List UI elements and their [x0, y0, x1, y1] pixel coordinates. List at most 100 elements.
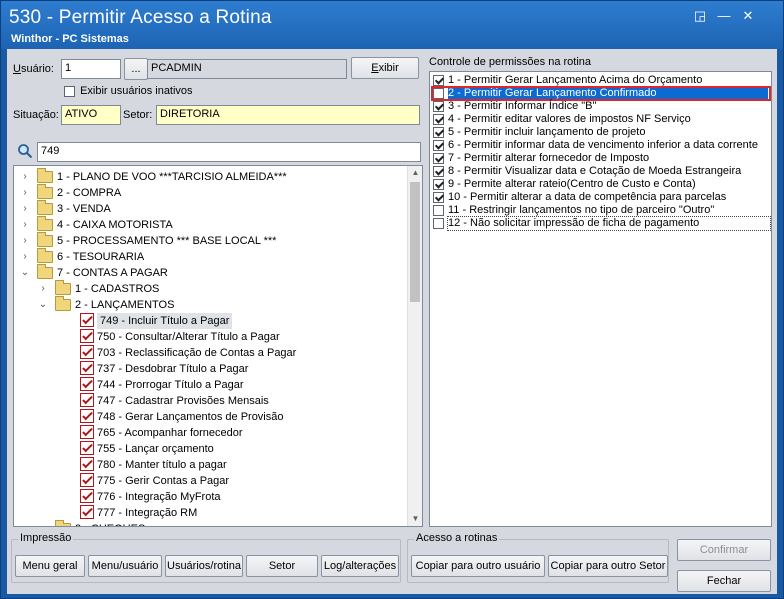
checkbox-checked-icon[interactable] [433, 114, 444, 125]
tree-leaf-item[interactable]: 750 - Consultar/Alterar Título a Pagar [14, 329, 406, 345]
restore-icon[interactable]: ◲ [689, 8, 711, 24]
chevron-right-icon[interactable]: › [20, 233, 30, 249]
permission-item[interactable]: 3 - Permitir Informar Índice "B" [430, 100, 771, 113]
show-inactive-checkbox[interactable]: Exibir usuários inativos [64, 85, 193, 97]
permissions-list[interactable]: 1 - Permitir Gerar Lançamento Acima do O… [429, 71, 772, 527]
checkbox-checked-icon[interactable] [80, 457, 94, 471]
checkbox-checked-icon[interactable] [80, 393, 94, 407]
copy-to-user-button[interactable]: Copiar para outro usuário [411, 555, 545, 577]
tree-folder-item[interactable]: › 3 - CHEQUES [14, 520, 406, 526]
chevron-right-icon[interactable]: › [38, 281, 48, 297]
status-field[interactable]: ATIVO [61, 105, 121, 125]
checkbox-checked-icon[interactable] [80, 361, 94, 375]
show-inactive-box[interactable] [64, 85, 75, 97]
permission-item[interactable]: 7 - Permitir alterar fornecedor de Impos… [430, 152, 771, 165]
permission-item[interactable]: 8 - Permitir Visualizar data e Cotação d… [430, 165, 771, 178]
tree-item-label: 777 - Integração RM [97, 507, 198, 519]
tree-folder-item[interactable]: › 3 - VENDA [14, 200, 406, 217]
checkbox-checked-icon[interactable] [80, 345, 94, 359]
copy-to-sector-button[interactable]: Copiar para outro Setor [548, 555, 668, 577]
permission-item[interactable]: 5 - Permitir incluir lançamento de proje… [430, 126, 771, 139]
print-sector-button[interactable]: Setor [246, 555, 318, 577]
search-input[interactable]: 749 [37, 142, 421, 162]
tree-scrollbar[interactable]: ▲ ▼ [407, 166, 422, 526]
permission-item[interactable]: 6 - Permitir informar data de vencimento… [430, 139, 771, 152]
tree-leaf-item[interactable]: 747 - Cadastrar Provisões Mensais [14, 393, 406, 409]
chevron-right-icon[interactable]: › [20, 201, 30, 217]
tree-leaf-item[interactable]: 755 - Lançar orçamento [14, 441, 406, 457]
checkbox-checked-icon[interactable] [433, 166, 444, 177]
print-group: Impressão Menu geral Menu/usuário Usuári… [11, 532, 401, 583]
checkbox-unchecked-icon[interactable] [433, 205, 444, 216]
checkbox-checked-icon[interactable] [433, 192, 444, 203]
checkbox-checked-icon[interactable] [433, 140, 444, 151]
checkbox-checked-icon[interactable] [80, 473, 94, 487]
checkbox-checked-icon[interactable] [80, 329, 94, 343]
access-group-title: Acesso a rotinas [414, 532, 500, 544]
tree-leaf-item[interactable]: 780 - Manter título a pagar [14, 457, 406, 473]
tree-leaf-item[interactable]: 744 - Prorrogar Título a Pagar [14, 377, 406, 393]
chevron-down-icon[interactable]: ⌄ [38, 297, 48, 313]
chevron-down-icon[interactable]: ⌄ [20, 265, 30, 281]
checkbox-checked-icon[interactable] [433, 153, 444, 164]
print-menu-user-button[interactable]: Menu/usuário [88, 555, 162, 577]
tree-leaf-item[interactable]: 775 - Gerir Contas a Pagar [14, 473, 406, 489]
scroll-down-icon[interactable]: ▼ [408, 514, 422, 523]
tree-leaf-item[interactable]: 777 - Integração RM [14, 505, 406, 521]
confirm-button[interactable]: Confirmar [677, 539, 771, 561]
permission-item[interactable]: 12 - Não solicitar impressão de ficha de… [430, 216, 771, 231]
chevron-right-icon[interactable]: › [20, 185, 30, 201]
sector-field[interactable]: DIRETORIA [156, 105, 420, 125]
close-button[interactable]: Fechar [677, 570, 771, 592]
checkbox-checked-icon[interactable] [433, 127, 444, 138]
checkbox-checked-icon[interactable] [80, 377, 94, 391]
chevron-right-icon[interactable]: › [38, 521, 48, 526]
routine-tree[interactable]: › 1 - PLANO DE VOO ***TARCISIO ALMEIDA***… [13, 165, 423, 527]
checkbox-checked-icon[interactable] [433, 101, 444, 112]
checkbox-checked-icon[interactable] [80, 489, 94, 503]
chevron-right-icon[interactable]: › [20, 249, 30, 265]
browse-user-button[interactable]: ... [124, 58, 148, 80]
checkbox-checked-icon[interactable] [80, 505, 94, 519]
tree-folder-item[interactable]: › 5 - PROCESSAMENTO *** BASE LOCAL *** [14, 232, 406, 249]
print-users-routine-button[interactable]: Usuários/rotina [165, 555, 243, 577]
checkbox-checked-icon[interactable] [433, 75, 444, 86]
user-code-input[interactable]: 1 [61, 59, 121, 79]
permission-item[interactable]: 11 - Restringir lançamentos no tipo de p… [430, 204, 771, 217]
close-icon[interactable]: ✕ [737, 8, 759, 24]
permission-item[interactable]: 2 - Permitir Gerar Lançamento Confirmado [430, 86, 771, 101]
checkbox-checked-icon[interactable] [80, 313, 94, 327]
tree-leaf-item[interactable]: 765 - Acompanhar fornecedor [14, 425, 406, 441]
chevron-right-icon[interactable]: › [20, 169, 30, 185]
checkbox-checked-icon[interactable] [80, 409, 94, 423]
tree-leaf-item[interactable]: 776 - Integração MyFrota [14, 489, 406, 505]
tree-folder-item[interactable]: ⌄ 7 - CONTAS A PAGAR [14, 264, 406, 281]
chevron-right-icon[interactable]: › [20, 217, 30, 233]
tree-folder-item[interactable]: › 1 - PLANO DE VOO ***TARCISIO ALMEIDA*** [14, 168, 406, 185]
permission-item[interactable]: 9 - Permite alterar rateio(Centro de Cus… [430, 178, 771, 191]
print-log-button[interactable]: Log/alterações [321, 555, 399, 577]
checkbox-unchecked-icon[interactable] [433, 218, 444, 229]
tree-folder-item[interactable]: › 4 - CAIXA MOTORISTA [14, 216, 406, 233]
scroll-up-icon[interactable]: ▲ [408, 168, 422, 177]
tree-folder-item[interactable]: › 1 - CADASTROS [14, 280, 406, 297]
show-button[interactable]: Exibir [351, 57, 419, 79]
tree-leaf-item[interactable]: 703 - Reclassificação de Contas a Pagar [14, 345, 406, 361]
tree-folder-item[interactable]: › 6 - TESOURARIA [14, 248, 406, 265]
minimize-icon[interactable]: — [713, 8, 735, 24]
checkbox-checked-icon[interactable] [433, 179, 444, 190]
permission-item[interactable]: 4 - Permitir editar valores de impostos … [430, 113, 771, 126]
print-menu-general-button[interactable]: Menu geral [15, 555, 85, 577]
tree-leaf-item[interactable]: 748 - Gerar Lançamentos de Provisão [14, 409, 406, 425]
app-window: 530 - Permitir Acesso a Rotina Winthor -… [0, 0, 784, 599]
tree-leaf-item[interactable]: 749 - Incluir Título a Pagar [14, 313, 406, 329]
tree-folder-item[interactable]: ⌄ 2 - LANÇAMENTOS [14, 296, 406, 313]
tree-folder-item[interactable]: › 2 - COMPRA [14, 184, 406, 201]
permission-item[interactable]: 10 - Permitir alterar a data de competên… [430, 191, 771, 204]
checkbox-checked-icon[interactable] [80, 425, 94, 439]
scroll-thumb[interactable] [410, 182, 420, 302]
tree-leaf-item[interactable]: 737 - Desdobrar Título a Pagar [14, 361, 406, 377]
tree-item-label: 5 - PROCESSAMENTO *** BASE LOCAL *** [57, 235, 277, 247]
tree-item-label: 775 - Gerir Contas a Pagar [97, 475, 230, 487]
checkbox-checked-icon[interactable] [80, 441, 94, 455]
